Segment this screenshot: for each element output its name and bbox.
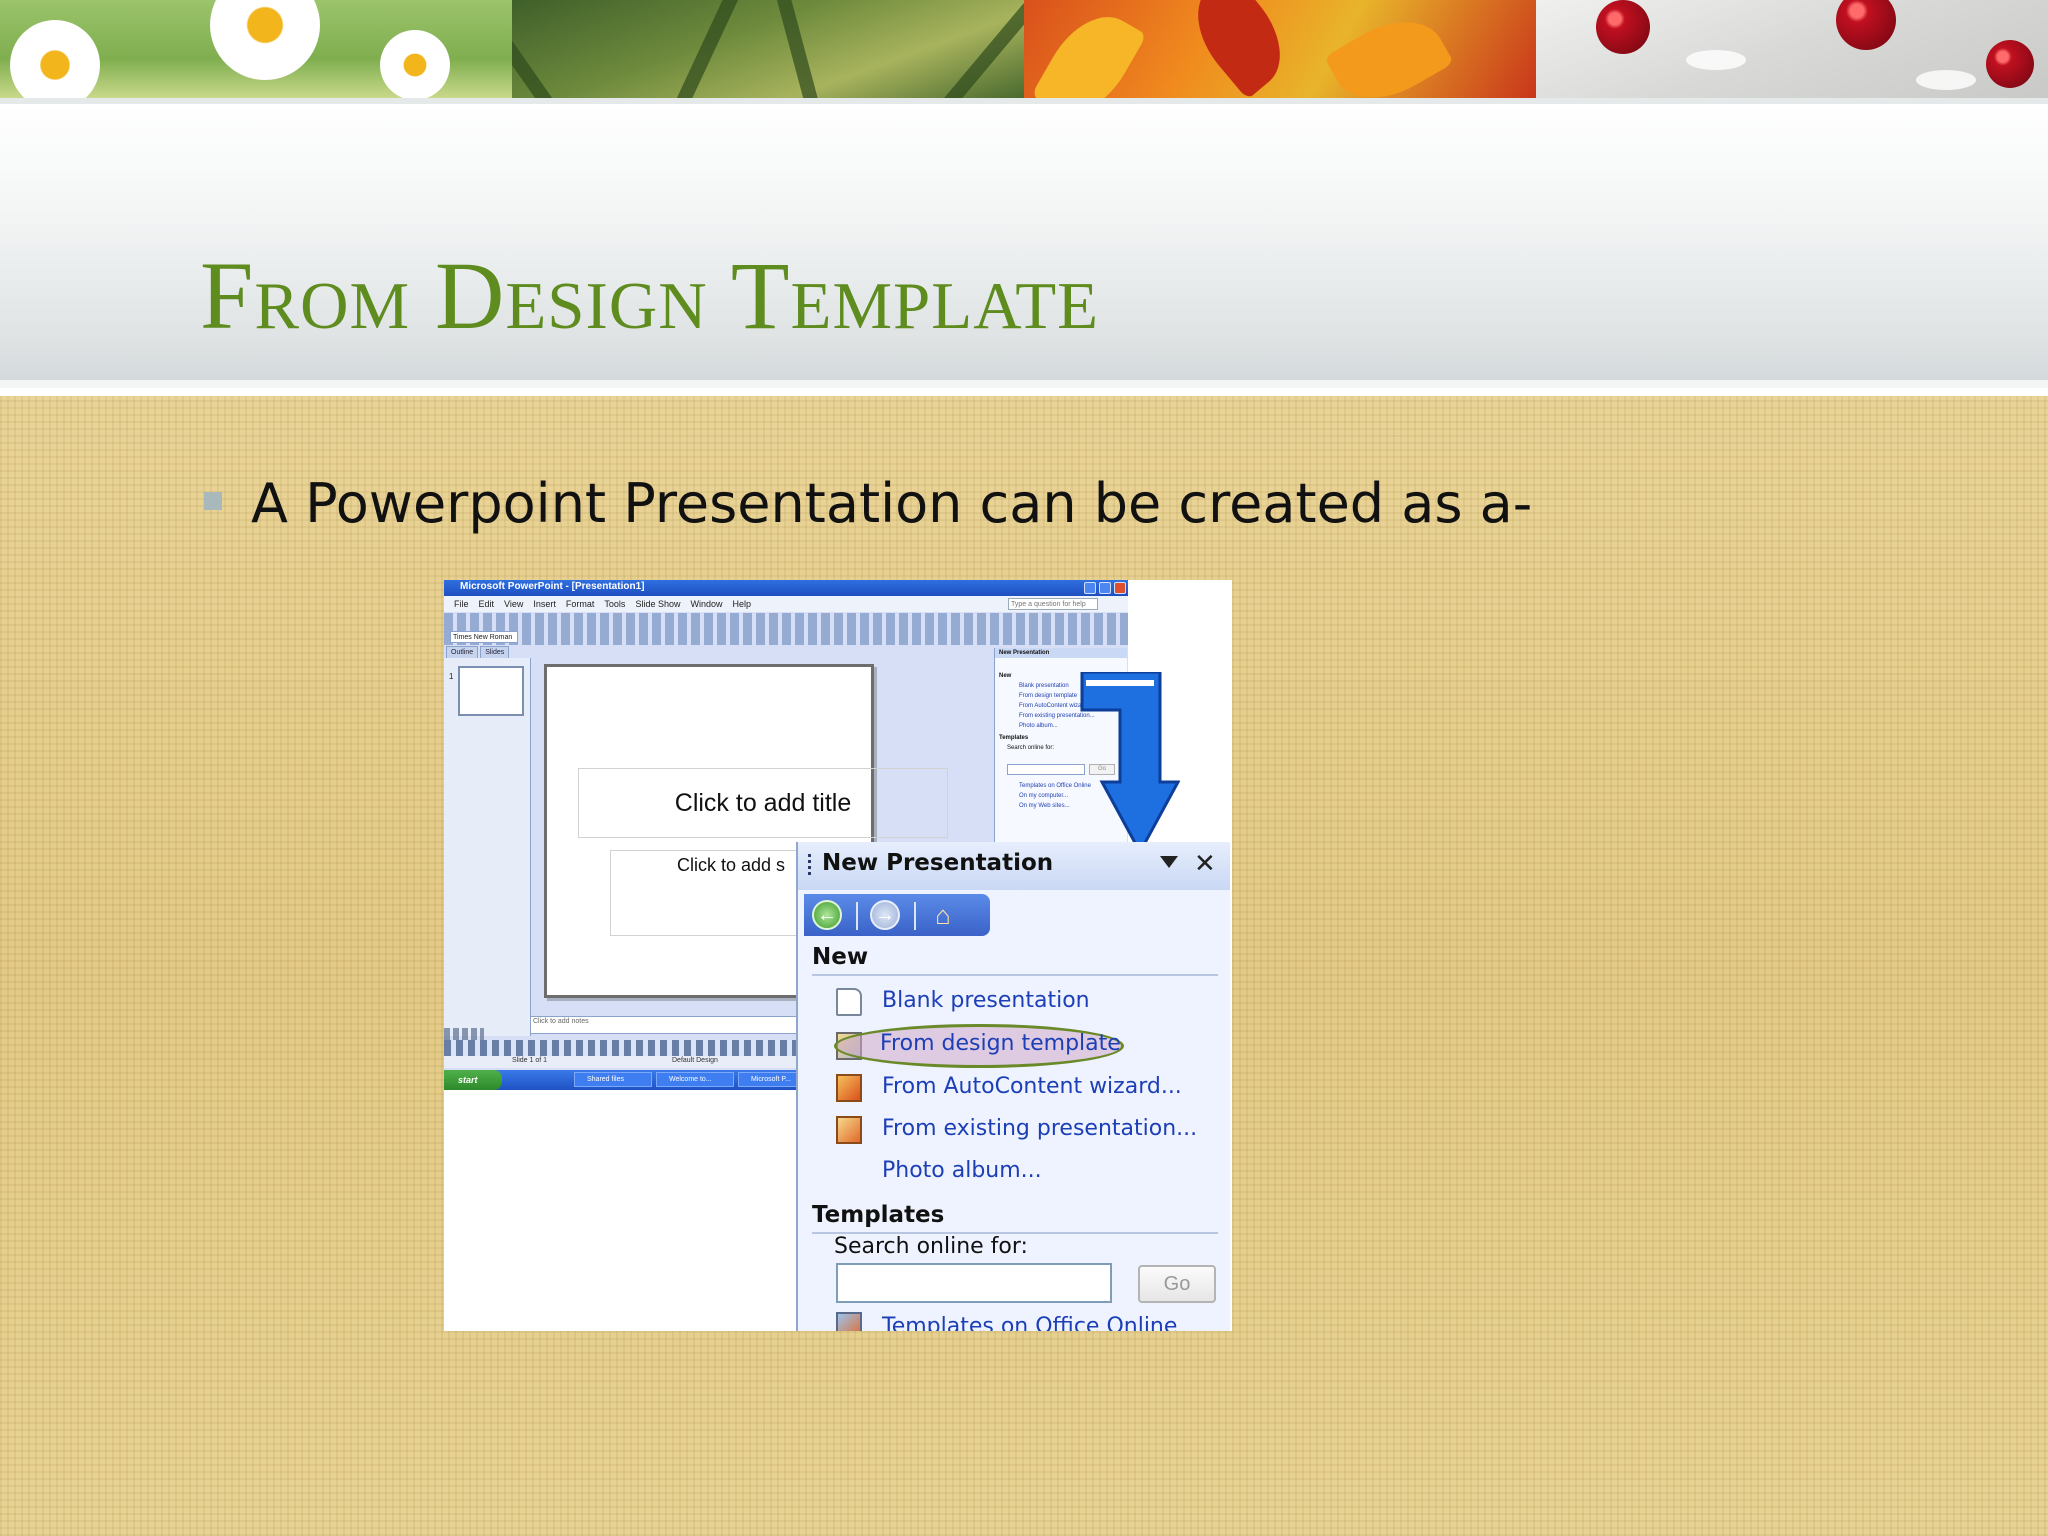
bullet-marker <box>204 492 222 510</box>
menu-insert[interactable]: Insert <box>533 596 556 612</box>
red-berry <box>1986 40 2034 88</box>
palm-frond <box>672 0 745 98</box>
status-slide-count: Slide 1 of 1 <box>512 1057 548 1064</box>
mini-websites-link[interactable]: On my Web sites... <box>1019 802 1070 810</box>
photo-album-link[interactable]: Photo album... <box>882 1158 1042 1183</box>
menu-window[interactable]: Window <box>690 596 722 612</box>
start-button[interactable]: start <box>444 1070 502 1090</box>
search-online-label: Search online for: <box>834 1234 1028 1259</box>
from-design-template-link[interactable]: From design template <box>880 1031 1121 1056</box>
forward-arrow-icon[interactable]: → <box>870 900 900 930</box>
title-placeholder[interactable]: Click to add title <box>578 768 948 838</box>
existing-presentation-icon <box>836 1116 862 1144</box>
thumbnail-number: 1 <box>449 672 454 681</box>
autocontent-wizard-icon <box>836 1074 862 1102</box>
templates-section-heading: Templates <box>812 1202 945 1228</box>
formatting-toolbar[interactable] <box>444 629 1128 645</box>
mini-search-label: Search online for: <box>1007 745 1055 751</box>
menu-edit[interactable]: Edit <box>479 596 495 612</box>
mini-window-title: Microsoft PowerPoint - [Presentation1] <box>460 581 645 592</box>
banner-summer-palms <box>512 0 1024 98</box>
autumn-leaf <box>1031 0 1147 98</box>
mini-new-heading: New <box>999 673 1012 679</box>
mini-task-pane-title: New Presentation <box>995 648 1127 658</box>
daisy-flower <box>210 0 320 80</box>
mini-photo-link[interactable]: Photo album... <box>1019 722 1058 730</box>
office-online-icon <box>836 1312 862 1331</box>
tab-slides[interactable]: Slides <box>480 646 510 658</box>
palm-frond <box>776 0 826 98</box>
blank-document-icon <box>836 988 862 1016</box>
menu-file[interactable]: File <box>454 596 469 612</box>
pane-tabs: Outline Slides <box>444 646 532 658</box>
home-icon[interactable]: ⌂ <box>928 900 958 930</box>
help-search-input[interactable]: Type a question for help <box>1008 598 1098 610</box>
frost-patch <box>1686 50 1746 70</box>
nav-separator <box>856 902 858 930</box>
tab-outline[interactable]: Outline <box>446 646 479 658</box>
standard-toolbar[interactable] <box>444 613 1128 629</box>
templates-online-link[interactable]: Templates on Office Online <box>882 1314 1177 1331</box>
search-online-input[interactable] <box>836 1263 1112 1303</box>
status-design-name: Default Design <box>672 1057 718 1064</box>
chevron-down-icon[interactable] <box>1160 856 1178 868</box>
autumn-leaf <box>1176 0 1302 98</box>
taskbar-item[interactable]: Shared files <box>574 1072 652 1087</box>
blank-presentation-link[interactable]: Blank presentation <box>882 988 1090 1013</box>
new-section-heading: New <box>812 944 869 970</box>
red-berry <box>1836 0 1896 50</box>
task-pane-title: New Presentation <box>822 850 1054 876</box>
font-name-select[interactable]: Times New Roman <box>450 631 518 643</box>
autumn-leaf <box>1323 2 1455 98</box>
banner-autumn-leaves <box>1024 0 1536 98</box>
powerpoint-screenshot: Microsoft PowerPoint - [Presentation1] F… <box>444 580 1232 1331</box>
daisy-flower <box>10 20 100 98</box>
back-arrow-icon[interactable]: ← <box>812 900 842 930</box>
autocontent-wizard-link[interactable]: From AutoContent wizard... <box>882 1074 1182 1099</box>
red-berry <box>1596 0 1650 54</box>
existing-presentation-link[interactable]: From existing presentation... <box>882 1116 1197 1141</box>
close-icon[interactable]: ✕ <box>1194 847 1216 879</box>
mini-design-link[interactable]: From design template <box>1019 692 1077 700</box>
mini-templates-heading: Templates <box>999 735 1029 741</box>
mini-blank-link[interactable]: Blank presentation <box>1019 682 1069 690</box>
mini-computer-link[interactable]: On my computer... <box>1019 792 1068 800</box>
slide-thumbnail[interactable] <box>458 666 524 716</box>
mini-minimize-button[interactable] <box>1084 582 1096 594</box>
nav-separator <box>914 902 916 930</box>
task-pane-nav-bar: ← → ⌂ <box>804 894 990 936</box>
palm-frond <box>512 1 565 98</box>
palm-frond <box>933 3 1024 98</box>
section-divider <box>812 974 1218 976</box>
menu-tools[interactable]: Tools <box>604 596 625 612</box>
mini-search-input[interactable] <box>1007 764 1085 775</box>
taskbar-item[interactable]: Welcome to... <box>656 1072 734 1087</box>
daisy-flower <box>380 30 450 98</box>
go-button[interactable]: Go <box>1138 1265 1216 1303</box>
mini-close-button[interactable] <box>1114 582 1126 594</box>
mini-maximize-button[interactable] <box>1099 582 1111 594</box>
menu-format[interactable]: Format <box>566 596 595 612</box>
seasonal-banner <box>0 0 2048 98</box>
menu-view[interactable]: View <box>504 596 523 612</box>
banner-winter-berries <box>1536 0 2048 98</box>
grip-handle[interactable] <box>808 854 811 878</box>
frost-patch <box>1916 70 1976 90</box>
slide-title: From Design Template <box>200 242 1100 349</box>
view-buttons[interactable] <box>444 1028 484 1040</box>
menu-slide-show[interactable]: Slide Show <box>635 596 680 612</box>
banner-spring-daisies <box>0 0 512 98</box>
menu-help[interactable]: Help <box>732 596 751 612</box>
bullet-text: A Powerpoint Presentation can be created… <box>251 472 1533 535</box>
